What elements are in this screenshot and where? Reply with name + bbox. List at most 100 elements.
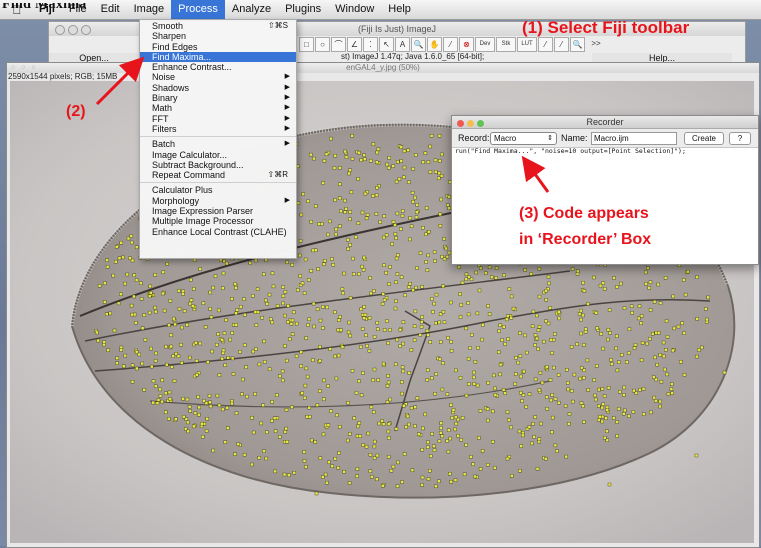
menu-item-subtract-background[interactable]: Subtract Background... — [140, 160, 296, 170]
menu-item-morphology[interactable]: Morphology ▶ — [140, 196, 296, 206]
maxima-point-marker — [340, 345, 345, 349]
maxima-point-marker — [387, 436, 391, 440]
maxima-point-marker — [493, 393, 498, 397]
maxima-point-marker — [502, 273, 506, 277]
image-window-controls[interactable]: ○ ○ ○ — [11, 64, 38, 71]
stop-tool-icon[interactable]: ⊗ — [459, 37, 474, 52]
menu-window[interactable]: Window — [328, 0, 381, 19]
hand-tool-icon[interactable]: ✋ — [427, 37, 442, 52]
maxima-point-marker — [387, 166, 391, 170]
pencil-tool-icon[interactable]: ⁄ — [538, 37, 553, 52]
macro-name-field[interactable]: Macro.ijm — [591, 132, 677, 145]
zoom-window-icon[interactable] — [477, 120, 484, 127]
maxima-point-marker — [414, 285, 418, 290]
maxima-point-marker — [408, 237, 412, 242]
menu-image[interactable]: Image — [127, 0, 172, 19]
maxima-point-marker — [430, 432, 434, 436]
menu-item-multiple-image-processor[interactable]: Multiple Image Processor — [140, 216, 296, 226]
maxima-point-marker — [346, 401, 350, 405]
maxima-point-marker — [382, 235, 386, 240]
more-tools-button[interactable]: >> — [586, 37, 606, 50]
polygon-tool-icon[interactable]: ⌒ — [331, 37, 346, 52]
rectangle-tool-icon[interactable]: □ — [299, 37, 314, 52]
close-window-icon[interactable] — [55, 25, 65, 35]
menu-item-enhance-contrast[interactable]: Enhance Contrast... — [140, 62, 296, 72]
maxima-point-marker — [421, 160, 425, 164]
menu-process[interactable]: Process — [171, 0, 225, 19]
menu-item-binary[interactable]: Binary ▶ — [140, 93, 296, 103]
maxima-point-marker — [578, 376, 582, 381]
zoom-tool-icon[interactable]: 🔍 — [570, 37, 585, 52]
recorder-help-button[interactable]: ? — [729, 132, 751, 145]
menu-item-repeat-command[interactable]: Repeat Command ⇧⌘R — [140, 170, 296, 180]
maxima-point-marker — [428, 469, 432, 473]
maxima-point-marker — [466, 301, 470, 305]
brush-tool-icon[interactable]: ⁄ — [554, 37, 569, 52]
menu-edit[interactable]: Edit — [94, 0, 127, 19]
menu-analyze[interactable]: Analyze — [225, 0, 278, 19]
maxima-point-marker — [586, 388, 590, 392]
maxima-point-marker — [663, 367, 667, 372]
menu-plugins[interactable]: Plugins — [278, 0, 328, 19]
menu-item-image-calculator[interactable]: Image Calculator... — [140, 150, 296, 160]
record-type-select[interactable]: Macro ⇕ — [490, 132, 557, 145]
maxima-point-marker — [683, 292, 688, 297]
dropper-tool-icon[interactable]: ⁄ — [443, 37, 458, 52]
maxima-point-marker — [338, 425, 342, 429]
maxima-point-marker — [123, 281, 127, 286]
magnifier-tool-icon[interactable]: 🔍 — [411, 37, 426, 52]
maxima-point-marker — [401, 209, 405, 213]
maxima-point-marker — [382, 214, 386, 218]
maxima-point-marker — [348, 333, 352, 338]
close-window-icon[interactable] — [457, 120, 464, 127]
maxima-point-marker — [320, 222, 324, 226]
maxima-point-marker — [421, 225, 425, 230]
menu-item-noise[interactable]: Noise ▶ — [140, 72, 296, 82]
oval-tool-icon[interactable]: ○ — [315, 37, 330, 52]
menu-item-image-expression-parser[interactable]: Image Expression Parser — [140, 206, 296, 216]
menu-item-enhance-local-contrast-clahe[interactable]: Enhance Local Contrast (CLAHE) — [140, 227, 296, 237]
maxima-point-marker — [223, 363, 227, 367]
menu-item-find-maxima[interactable]: Find Maxima... — [140, 51, 296, 63]
menu-item-filters[interactable]: Filters ▶ — [140, 124, 296, 134]
wand-tool-icon[interactable]: ↖ — [379, 37, 394, 52]
maxima-point-marker — [201, 301, 206, 306]
maxima-point-marker — [284, 426, 288, 431]
menu-item-fft[interactable]: FFT ▶ — [140, 114, 296, 124]
point-tool-icon[interactable]: ⁚ — [363, 37, 378, 52]
menu-help[interactable]: Help — [381, 0, 418, 19]
maxima-point-marker — [585, 358, 590, 363]
lut-tool-icon[interactable]: LUT — [517, 37, 537, 52]
menu-item-find-edges[interactable]: Find Edges — [140, 42, 296, 52]
maxima-point-marker — [315, 307, 320, 311]
menu-item-shadows[interactable]: Shadows ▶ — [140, 83, 296, 93]
maxima-point-marker — [391, 219, 396, 224]
menu-item-batch[interactable]: Batch ▶ — [140, 139, 296, 149]
maxima-point-marker — [142, 388, 147, 392]
zoom-window-icon[interactable] — [81, 25, 91, 35]
maxima-point-marker — [407, 285, 411, 289]
stack-tool-icon[interactable]: Stk — [496, 37, 516, 52]
maxima-point-marker — [581, 404, 585, 408]
text-tool-icon[interactable]: A — [395, 37, 410, 52]
menu-item-math[interactable]: Math ▶ — [140, 103, 296, 113]
menu-item-smooth[interactable]: Smooth ⇧⌘S — [140, 21, 296, 31]
dev-tool-icon[interactable]: Dev — [475, 37, 495, 52]
maxima-point-marker — [186, 420, 190, 425]
maxima-point-marker — [545, 365, 549, 369]
menu-item-calculator-plus[interactable]: Calculator Plus — [140, 185, 296, 195]
create-button[interactable]: Create — [684, 132, 724, 145]
recorder-code-text[interactable]: run("Find Maxima...", "noise=10 output=[… — [455, 147, 686, 155]
maxima-point-marker — [439, 197, 443, 202]
maxima-point-marker — [612, 276, 616, 280]
menu-item-sharpen[interactable]: Sharpen — [140, 31, 296, 41]
maxima-point-marker — [491, 409, 495, 414]
maxima-point-marker — [607, 482, 612, 487]
maxima-point-marker — [381, 422, 386, 426]
minimize-window-icon[interactable] — [68, 25, 78, 35]
maxima-point-marker — [359, 345, 363, 349]
angle-tool-icon[interactable]: ∠ — [347, 37, 362, 52]
minimize-window-icon[interactable] — [467, 120, 474, 127]
maxima-point-marker — [428, 340, 432, 344]
maxima-point-marker — [365, 344, 369, 348]
